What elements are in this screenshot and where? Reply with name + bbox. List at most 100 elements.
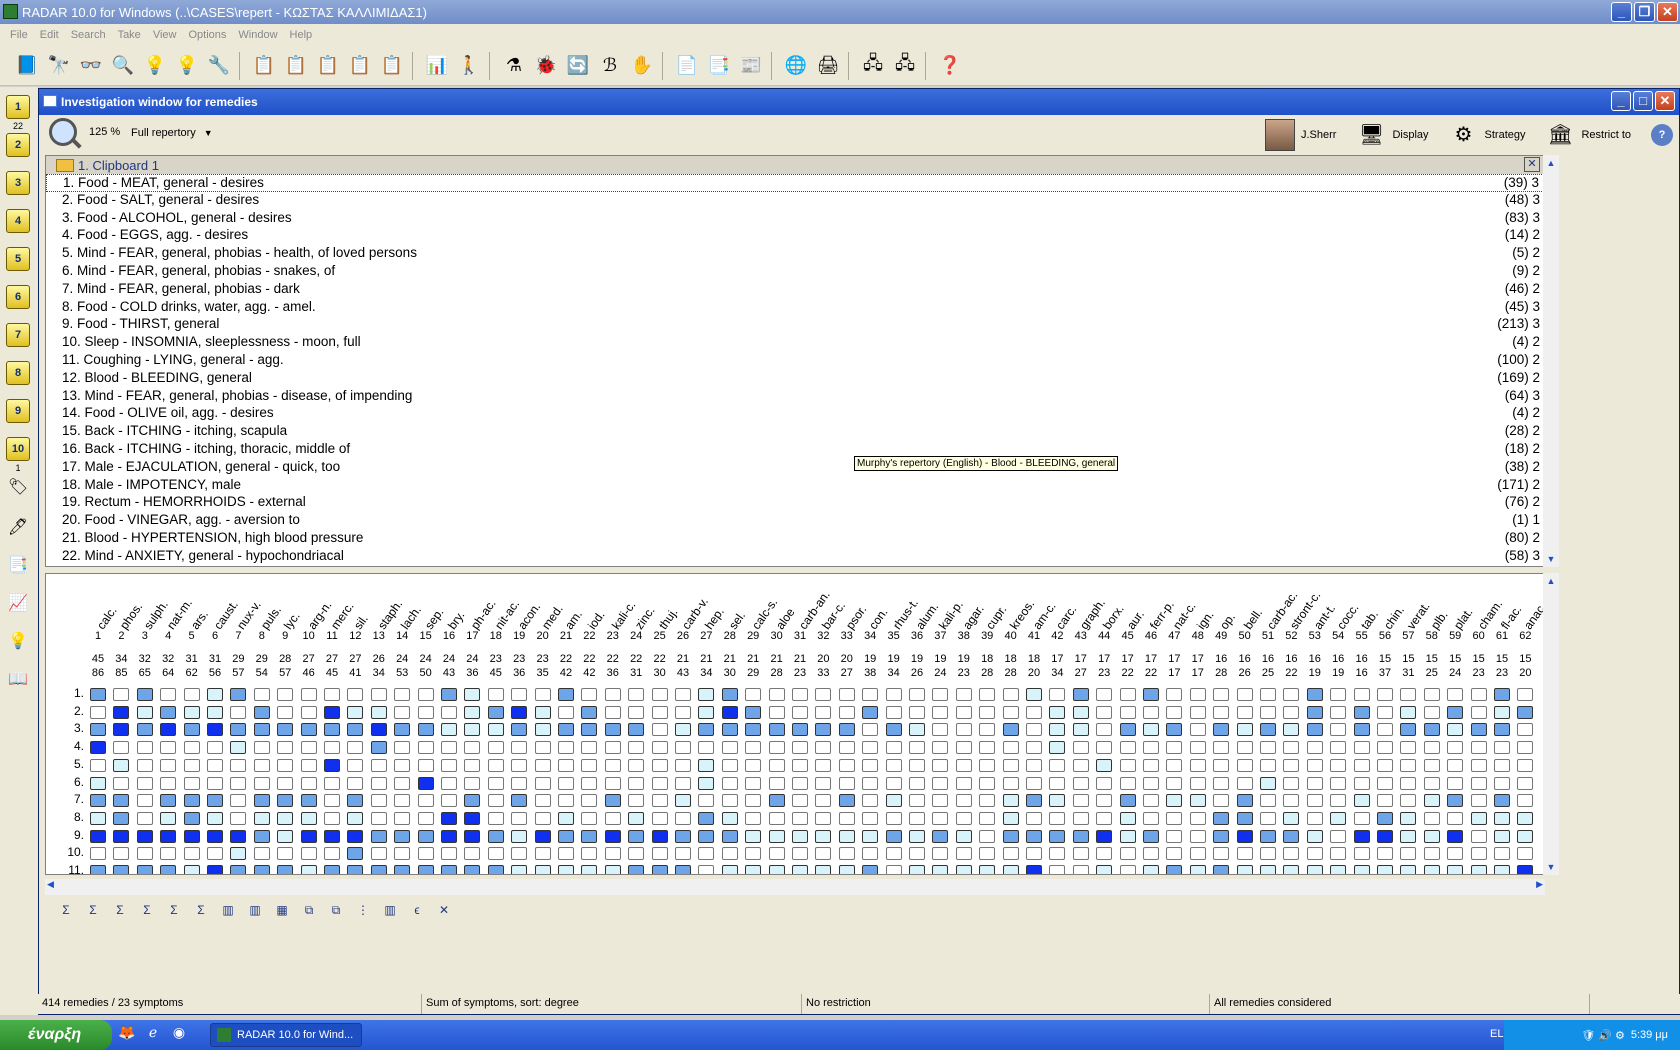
scroll-up-icon[interactable]: ▲ xyxy=(1543,155,1559,171)
grid-cell[interactable] xyxy=(417,865,434,874)
remedy-name[interactable]: cham. xyxy=(1475,597,1505,632)
remedy-name[interactable]: plat. xyxy=(1451,605,1475,632)
grid-cell[interactable] xyxy=(1283,705,1300,719)
grid-cell[interactable] xyxy=(370,865,387,874)
grid-cell[interactable] xyxy=(487,741,504,755)
grid-cell[interactable] xyxy=(300,776,317,790)
grid-cell[interactable] xyxy=(792,829,808,843)
grid-cell[interactable] xyxy=(1072,865,1089,874)
grid-cell[interactable] xyxy=(1189,758,1206,772)
grid-cell[interactable] xyxy=(1353,758,1370,772)
grid-cell[interactable] xyxy=(183,865,200,874)
grid-cell[interactable] xyxy=(1400,688,1417,701)
grid-cell[interactable] xyxy=(1377,776,1393,790)
grid-cell[interactable] xyxy=(1283,776,1300,790)
grid-cell[interactable] xyxy=(394,705,411,719)
grid-cell[interactable] xyxy=(1470,688,1487,701)
grid-cell[interactable] xyxy=(792,811,808,825)
bar-chart-icon[interactable]: ▥ xyxy=(217,903,239,918)
grid-cell[interactable] xyxy=(230,865,247,874)
display-button[interactable]: 🖥 Display xyxy=(1356,120,1429,150)
grid-cell[interactable] xyxy=(955,794,972,808)
grid-cell[interactable] xyxy=(347,723,364,737)
grid-cell[interactable] xyxy=(768,811,785,825)
rubric-row[interactable]: 5. Mind - FEAR, general, phobias - healt… xyxy=(46,245,1544,263)
rubric-row[interactable]: 3. Food - ALCOHOL, general - desires (83)… xyxy=(46,210,1544,228)
grid-cell[interactable] xyxy=(1283,741,1300,755)
grid-cell[interactable] xyxy=(628,865,645,874)
grid-cell[interactable] xyxy=(1306,688,1323,701)
grid-cell[interactable] xyxy=(1072,811,1089,825)
grid-cell[interactable] xyxy=(675,829,691,843)
grid-cell[interactable] xyxy=(651,758,668,772)
grid-cell[interactable] xyxy=(932,829,949,843)
grid-cell[interactable] xyxy=(815,829,832,843)
grid-cell[interactable] xyxy=(1189,741,1206,755)
grid-cell[interactable] xyxy=(558,847,574,861)
grid-cell[interactable] xyxy=(1353,776,1370,790)
grid-cell[interactable] xyxy=(1377,794,1393,808)
grid-cell[interactable] xyxy=(932,723,949,737)
grid-cell[interactable] xyxy=(394,865,411,874)
grid-cell[interactable] xyxy=(300,723,317,737)
grid-cell[interactable] xyxy=(1026,705,1042,719)
grid-cell[interactable] xyxy=(932,776,949,790)
grid-cell[interactable] xyxy=(1143,758,1159,772)
grid-cell[interactable] xyxy=(300,829,317,843)
grid-cell[interactable] xyxy=(1494,865,1510,874)
grid-cell[interactable] xyxy=(768,847,785,861)
grid-cell[interactable] xyxy=(838,741,855,755)
grid-cell[interactable] xyxy=(113,705,130,719)
grid-cell[interactable] xyxy=(511,829,528,843)
grid-cell[interactable] xyxy=(394,811,411,825)
grid-cell[interactable] xyxy=(1213,741,1230,755)
grid-cell[interactable] xyxy=(253,829,270,843)
grid-cell[interactable] xyxy=(792,741,808,755)
grid-cell[interactable] xyxy=(1096,705,1113,719)
grid-cell[interactable] xyxy=(838,794,855,808)
grid-cell[interactable] xyxy=(90,776,106,790)
clip-icon[interactable]: ⧉ xyxy=(298,903,320,918)
grid-cell[interactable] xyxy=(581,723,598,737)
grid-cell[interactable] xyxy=(1236,811,1253,825)
grid-cell[interactable] xyxy=(651,723,668,737)
globe-icon[interactable]: 🌐 xyxy=(781,51,811,81)
sum-icon[interactable]: Σ xyxy=(55,903,77,918)
grid-cell[interactable] xyxy=(277,688,294,701)
grid-cell[interactable] xyxy=(955,811,972,825)
remedy-name[interactable]: bell. xyxy=(1241,606,1265,632)
pen-icon[interactable]: 🖊 xyxy=(7,517,29,539)
grid-cell[interactable] xyxy=(1166,776,1183,790)
grid-cell[interactable] xyxy=(90,705,106,719)
grid-cell[interactable] xyxy=(792,723,808,737)
grid-cell[interactable] xyxy=(113,741,130,755)
grid-cell[interactable] xyxy=(370,741,387,755)
grid-cell[interactable] xyxy=(1189,723,1206,737)
remedy-name[interactable]: chin. xyxy=(1381,603,1407,632)
grid-cell[interactable] xyxy=(534,776,551,790)
report-icon[interactable]: 📰 xyxy=(736,51,766,81)
grid-cell[interactable] xyxy=(745,688,762,701)
grid-cell[interactable] xyxy=(207,829,223,843)
grid-cell[interactable] xyxy=(1213,829,1230,843)
grid-cell[interactable] xyxy=(698,688,715,701)
grid-cell[interactable] xyxy=(815,847,832,861)
grid-cell[interactable] xyxy=(792,776,808,790)
rubric-row[interactable]: 11. Coughing - LYING, general - agg. (100… xyxy=(46,352,1544,370)
grid-cell[interactable] xyxy=(417,811,434,825)
grid-cell[interactable] xyxy=(698,705,715,719)
grid-cell[interactable] xyxy=(721,829,738,843)
grid-cell[interactable] xyxy=(1096,741,1113,755)
grid-cell[interactable] xyxy=(1072,794,1089,808)
idea-icon[interactable]: 💡 xyxy=(7,631,29,653)
grid-cell[interactable] xyxy=(745,794,762,808)
grid-cell[interactable] xyxy=(955,758,972,772)
grid-cell[interactable] xyxy=(511,741,528,755)
grid-cell[interactable] xyxy=(932,811,949,825)
grid-cell[interactable] xyxy=(885,776,902,790)
start-button[interactable]: έναρξη xyxy=(0,1020,112,1050)
grid-cell[interactable] xyxy=(1166,758,1183,772)
grid-cell[interactable] xyxy=(1400,741,1417,755)
grid-cell[interactable] xyxy=(1330,741,1347,755)
ea-icon[interactable]: ϵ xyxy=(406,903,428,918)
